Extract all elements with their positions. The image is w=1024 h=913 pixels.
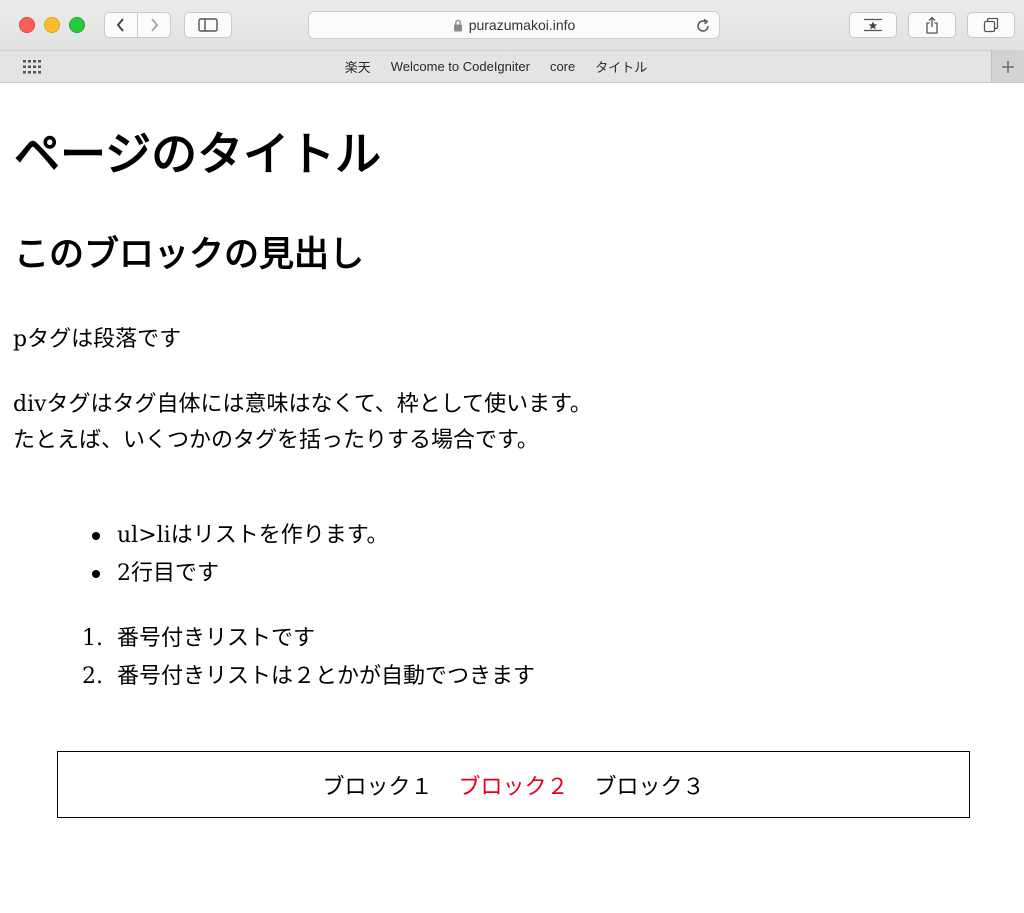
block-1: ブロック１ (322, 774, 433, 800)
new-tab-button[interactable] (991, 51, 1024, 82)
block-container: ブロック１ ブロック２ ブロック３ (57, 751, 970, 818)
bookmark-title[interactable]: タイトル (595, 57, 647, 76)
bookmark-star-icon (864, 18, 882, 32)
list-item: ul>liはリストを作ります。 (92, 517, 389, 555)
sidebar-icon (198, 18, 218, 32)
bookmark-core[interactable]: core (550, 59, 575, 74)
list-item-text: 番号付きリストです (117, 626, 316, 651)
share-icon (926, 16, 938, 34)
div-text-line: たとえば、いくつかのタグを括ったりする場合です。 (13, 428, 539, 453)
paragraph-div: divタグはタグ自体には意味はなくて、枠として使います。 たとえば、いくつかのタ… (13, 387, 592, 459)
back-button[interactable] (104, 12, 138, 38)
sidebar-toggle-button[interactable] (184, 12, 232, 38)
plus-icon (1002, 60, 1014, 73)
window-minimize-button[interactable] (44, 17, 60, 33)
lock-icon (453, 19, 463, 32)
list-number: 1. (82, 626, 103, 651)
list-item-text: ul>liはリストを作ります。 (117, 523, 389, 548)
back-icon (116, 18, 124, 32)
forward-button[interactable] (137, 12, 171, 38)
list-item: 1. 番号付きリストです (82, 620, 535, 658)
tabs-icon (983, 17, 999, 33)
browser-toolbar: purazumakoi.info (0, 0, 1024, 51)
list-item: 2行目です (92, 555, 389, 593)
list-number: 2. (82, 664, 103, 689)
list-item: 2. 番号付きリストは２とかが自動でつきます (82, 658, 536, 696)
bullet-dot (92, 570, 100, 578)
favorites-bar: 楽天 Welcome to CodeIgniter core タイトル (0, 51, 1024, 83)
bullet-dot (92, 532, 100, 540)
bookmark-rakuten[interactable]: 楽天 (345, 57, 371, 76)
address-text: purazumakoi.info (468, 17, 576, 33)
bookmark-star-button[interactable] (849, 12, 897, 38)
paragraph-p: pタグは段落です (13, 327, 182, 352)
list-item-text: 番号付きリストは２とかが自動でつきます (117, 664, 536, 689)
numbered-list: 1. 番号付きリストです 2. 番号付きリストは２とかが自動でつきます (82, 620, 536, 696)
reload-icon[interactable] (695, 18, 711, 37)
show-tabs-button[interactable] (967, 12, 1015, 38)
window-zoom-button[interactable] (69, 17, 85, 33)
div-text-line: divタグはタグ自体には意味はなくて、枠として使います。 (13, 392, 592, 417)
page-title: ページのタイトル (14, 127, 382, 181)
block-2: ブロック２ (458, 774, 569, 800)
page-content: ページのタイトル このブロックの見出し pタグは段落です divタグはタグ自体に… (0, 83, 1024, 913)
address-bar[interactable]: purazumakoi.info (308, 11, 720, 39)
block-heading: このブロックの見出し (14, 234, 365, 275)
bookmark-codeigniter[interactable]: Welcome to CodeIgniter (391, 59, 530, 74)
bullet-list: ul>liはリストを作ります。 2行目です (92, 517, 389, 593)
window-close-button[interactable] (19, 17, 35, 33)
forward-icon (151, 18, 159, 32)
list-item-text: 2行目です (117, 561, 219, 586)
block-3: ブロック３ (594, 774, 705, 800)
share-button[interactable] (908, 12, 956, 38)
